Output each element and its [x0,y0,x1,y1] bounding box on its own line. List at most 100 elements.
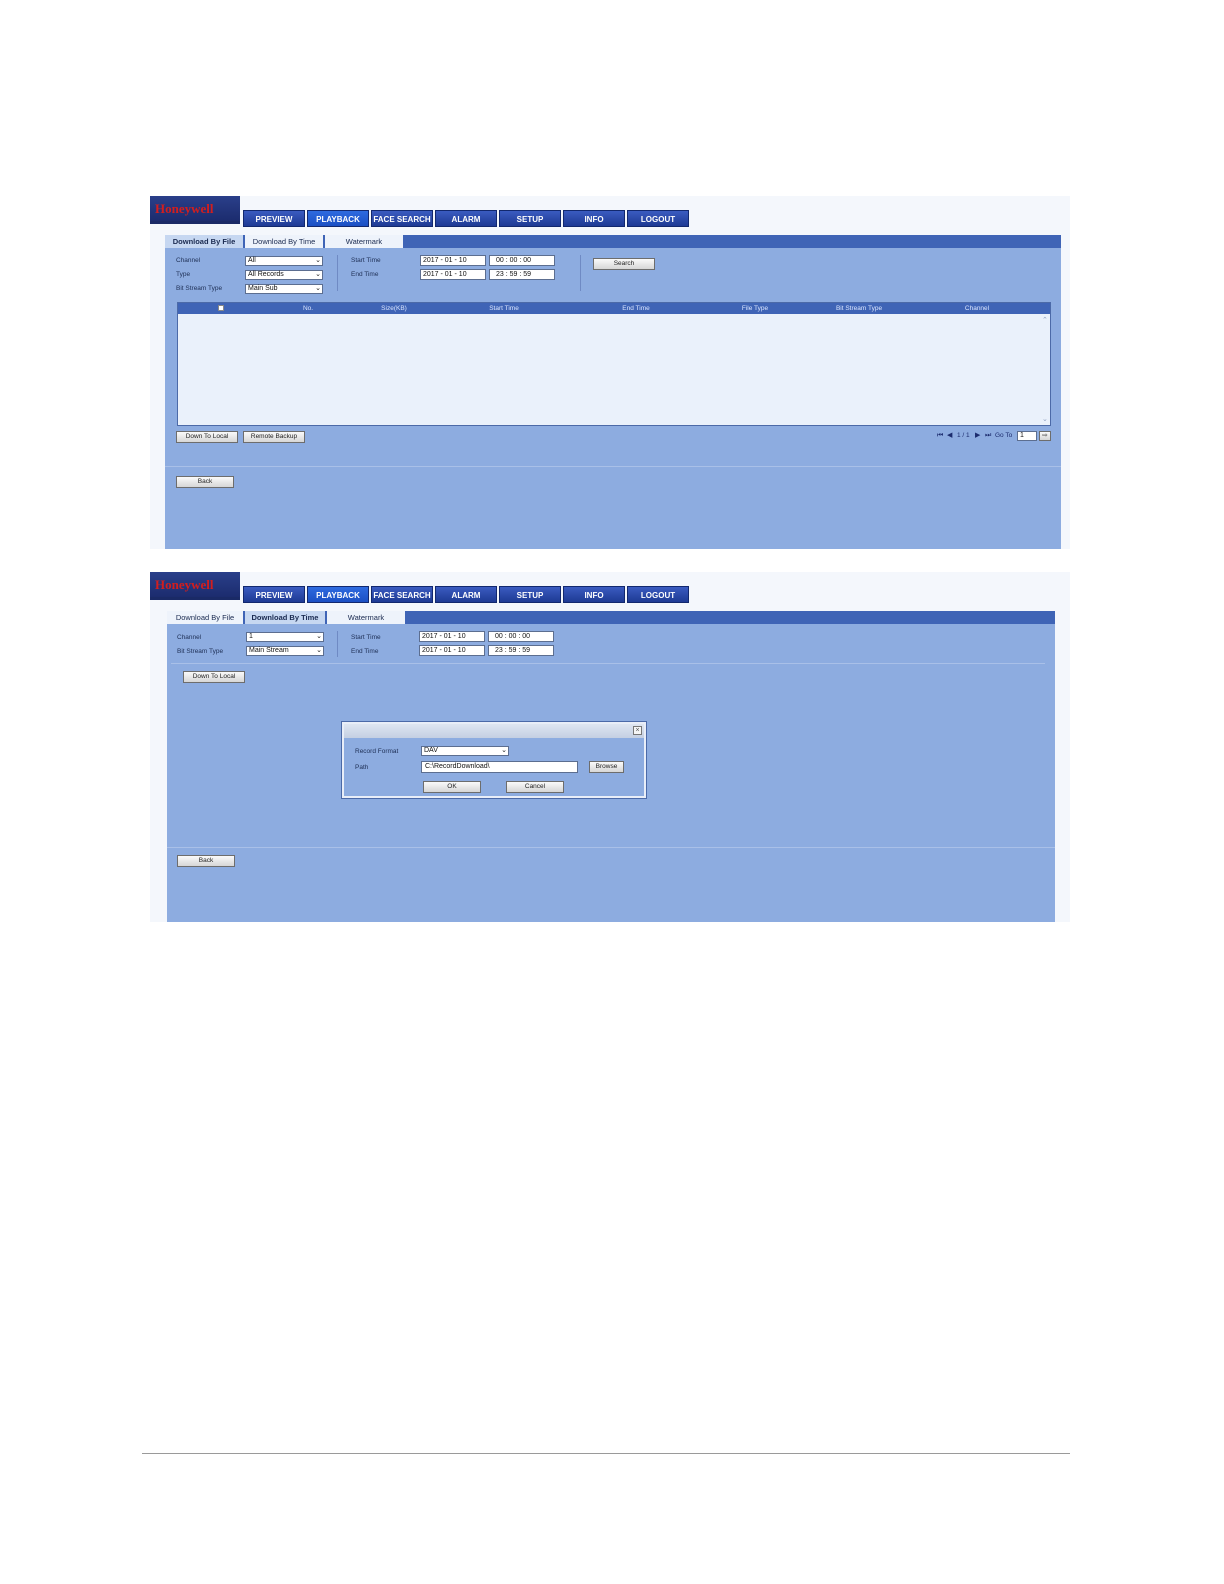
search-button[interactable]: Search [593,258,655,270]
nav-playback[interactable]: PLAYBACK [307,586,369,603]
scroll-up-icon[interactable]: ⌃ [1042,316,1048,324]
close-icon[interactable]: × [633,726,642,735]
bitstream-value: Main Sub [248,285,278,292]
tab-download-by-time[interactable]: Download By Time [245,235,323,248]
start-date-input[interactable]: 2017 - 01 - 10 [420,255,486,266]
chevron-down-icon: ⌄ [501,747,507,754]
nav-logout[interactable]: LOGOUT [627,586,689,603]
divider [165,466,1061,467]
end-date-input[interactable]: 2017 - 01 - 10 [419,645,485,656]
download-dialog: × Record Format DAV ⌄ Path C:\RecordDownl… [342,722,646,798]
main-panel: Download By File Download By Time Waterm… [167,611,1055,922]
end-time-input[interactable]: 23 : 59 : 59 [489,269,555,280]
channel-value: All [248,257,256,264]
start-time-input[interactable]: 00 : 00 : 00 [489,255,555,266]
tab-watermark[interactable]: Watermark [327,611,405,624]
chevron-down-icon: ⌄ [316,633,322,640]
nav-playback[interactable]: PLAYBACK [307,210,369,227]
bitstream-select[interactable]: Main Sub ⌄ [245,284,323,294]
back-button[interactable]: Back [176,476,234,488]
end-time-input[interactable]: 23 : 59 : 59 [488,645,554,656]
path-input[interactable]: C:\RecordDownload\ [421,761,578,773]
separator [580,255,581,291]
nav-preview[interactable]: PREVIEW [243,586,305,603]
col-channel: Channel [964,305,990,312]
start-date-input[interactable]: 2017 - 01 - 10 [419,631,485,642]
divider [171,663,1045,664]
down-to-local-button[interactable]: Down To Local [183,671,245,683]
end-time-label: End Time [351,271,379,278]
ok-button[interactable]: OK [423,781,481,793]
nav-info[interactable]: INFO [563,210,625,227]
nav-alarm[interactable]: ALARM [435,210,497,227]
main-nav: PREVIEW PLAYBACK FACE SEARCH ALARM SETUP… [243,586,691,603]
start-time-label: Start Time [351,257,381,264]
pager: ⏮ ◀ 1 / 1 ▶ ⏭ Go To 1 ⇨ [935,431,1055,443]
select-all-checkbox[interactable] [218,305,224,311]
prev-page-icon[interactable]: ◀ [947,431,952,441]
record-format-select[interactable]: DAV ⌄ [421,746,509,756]
channel-label: Channel [177,634,202,641]
col-no: No. [302,305,314,312]
brand-logo: Honeywell [150,196,240,224]
channel-select[interactable]: 1 ⌄ [246,632,324,642]
bitstream-value: Main Stream [249,647,289,654]
down-to-local-button[interactable]: Down To Local [176,431,238,443]
col-size: Size(KB) [381,305,407,312]
bitstream-label: Bit Stream Type [176,285,223,292]
table-header: No. Size(KB) Start Time End Time File Ty… [178,303,1050,314]
remote-backup-button[interactable]: Remote Backup [243,431,305,443]
goto-page-input[interactable]: 1 [1017,431,1037,441]
page-footer-rule [142,1453,1070,1454]
nav-face-search[interactable]: FACE SEARCH [371,210,433,227]
cancel-button[interactable]: Cancel [506,781,564,793]
nav-preview[interactable]: PREVIEW [243,210,305,227]
page-info: 1 / 1 [957,432,970,439]
download-by-file-screen: Honeywell PREVIEW PLAYBACK FACE SEARCH A… [150,196,1070,549]
tab-download-by-file[interactable]: Download By File [167,611,243,624]
separator [337,255,338,291]
nav-alarm[interactable]: ALARM [435,586,497,603]
nav-face-search[interactable]: FACE SEARCH [371,586,433,603]
goto-button[interactable]: ⇨ [1039,431,1051,441]
end-date-input[interactable]: 2017 - 01 - 10 [420,269,486,280]
first-page-icon[interactable]: ⏮ [937,431,943,441]
dialog-title-bar: × [344,724,644,738]
table-scrollbar[interactable]: ⌃ ⌄ [1041,314,1050,425]
nav-setup[interactable]: SETUP [499,210,561,227]
goto-icon: ⇨ [1042,432,1048,439]
chevron-down-icon: ⌄ [315,285,321,292]
record-format-label: Record Format [355,748,399,755]
tab-download-by-file[interactable]: Download By File [165,235,243,248]
col-start-time: Start Time [489,305,519,312]
record-format-value: DAV [424,747,438,754]
main-panel: Download By File Download By Time Waterm… [165,235,1061,549]
nav-info[interactable]: INFO [563,586,625,603]
path-label: Path [355,764,369,771]
tab-bar: Download By File Download By Time Waterm… [165,235,1061,248]
back-button[interactable]: Back [177,855,235,867]
main-nav: PREVIEW PLAYBACK FACE SEARCH ALARM SETUP… [243,210,691,227]
col-file-type: File Type [741,305,769,312]
tab-bar: Download By File Download By Time Waterm… [167,611,1055,624]
divider [167,847,1055,848]
channel-select[interactable]: All ⌄ [245,256,323,266]
tab-watermark[interactable]: Watermark [325,235,403,248]
start-time-label: Start Time [351,634,381,641]
type-value: All Records [248,271,284,278]
type-select[interactable]: All Records ⌄ [245,270,323,280]
channel-value: 1 [249,633,253,640]
nav-logout[interactable]: LOGOUT [627,210,689,227]
start-time-input[interactable]: 00 : 00 : 00 [488,631,554,642]
nav-setup[interactable]: SETUP [499,586,561,603]
bitstream-select[interactable]: Main Stream ⌄ [246,646,324,656]
col-bitstream-type: Bit Stream Type [835,305,883,312]
scroll-down-icon[interactable]: ⌄ [1042,415,1048,423]
last-page-icon[interactable]: ⏭ [985,431,991,441]
records-table: No. Size(KB) Start Time End Time File Ty… [177,302,1051,426]
type-label: Type [176,271,191,278]
goto-label: Go To [995,432,1013,439]
next-page-icon[interactable]: ▶ [975,431,980,441]
browse-button[interactable]: Browse [589,761,624,773]
tab-download-by-time[interactable]: Download By Time [245,611,325,624]
